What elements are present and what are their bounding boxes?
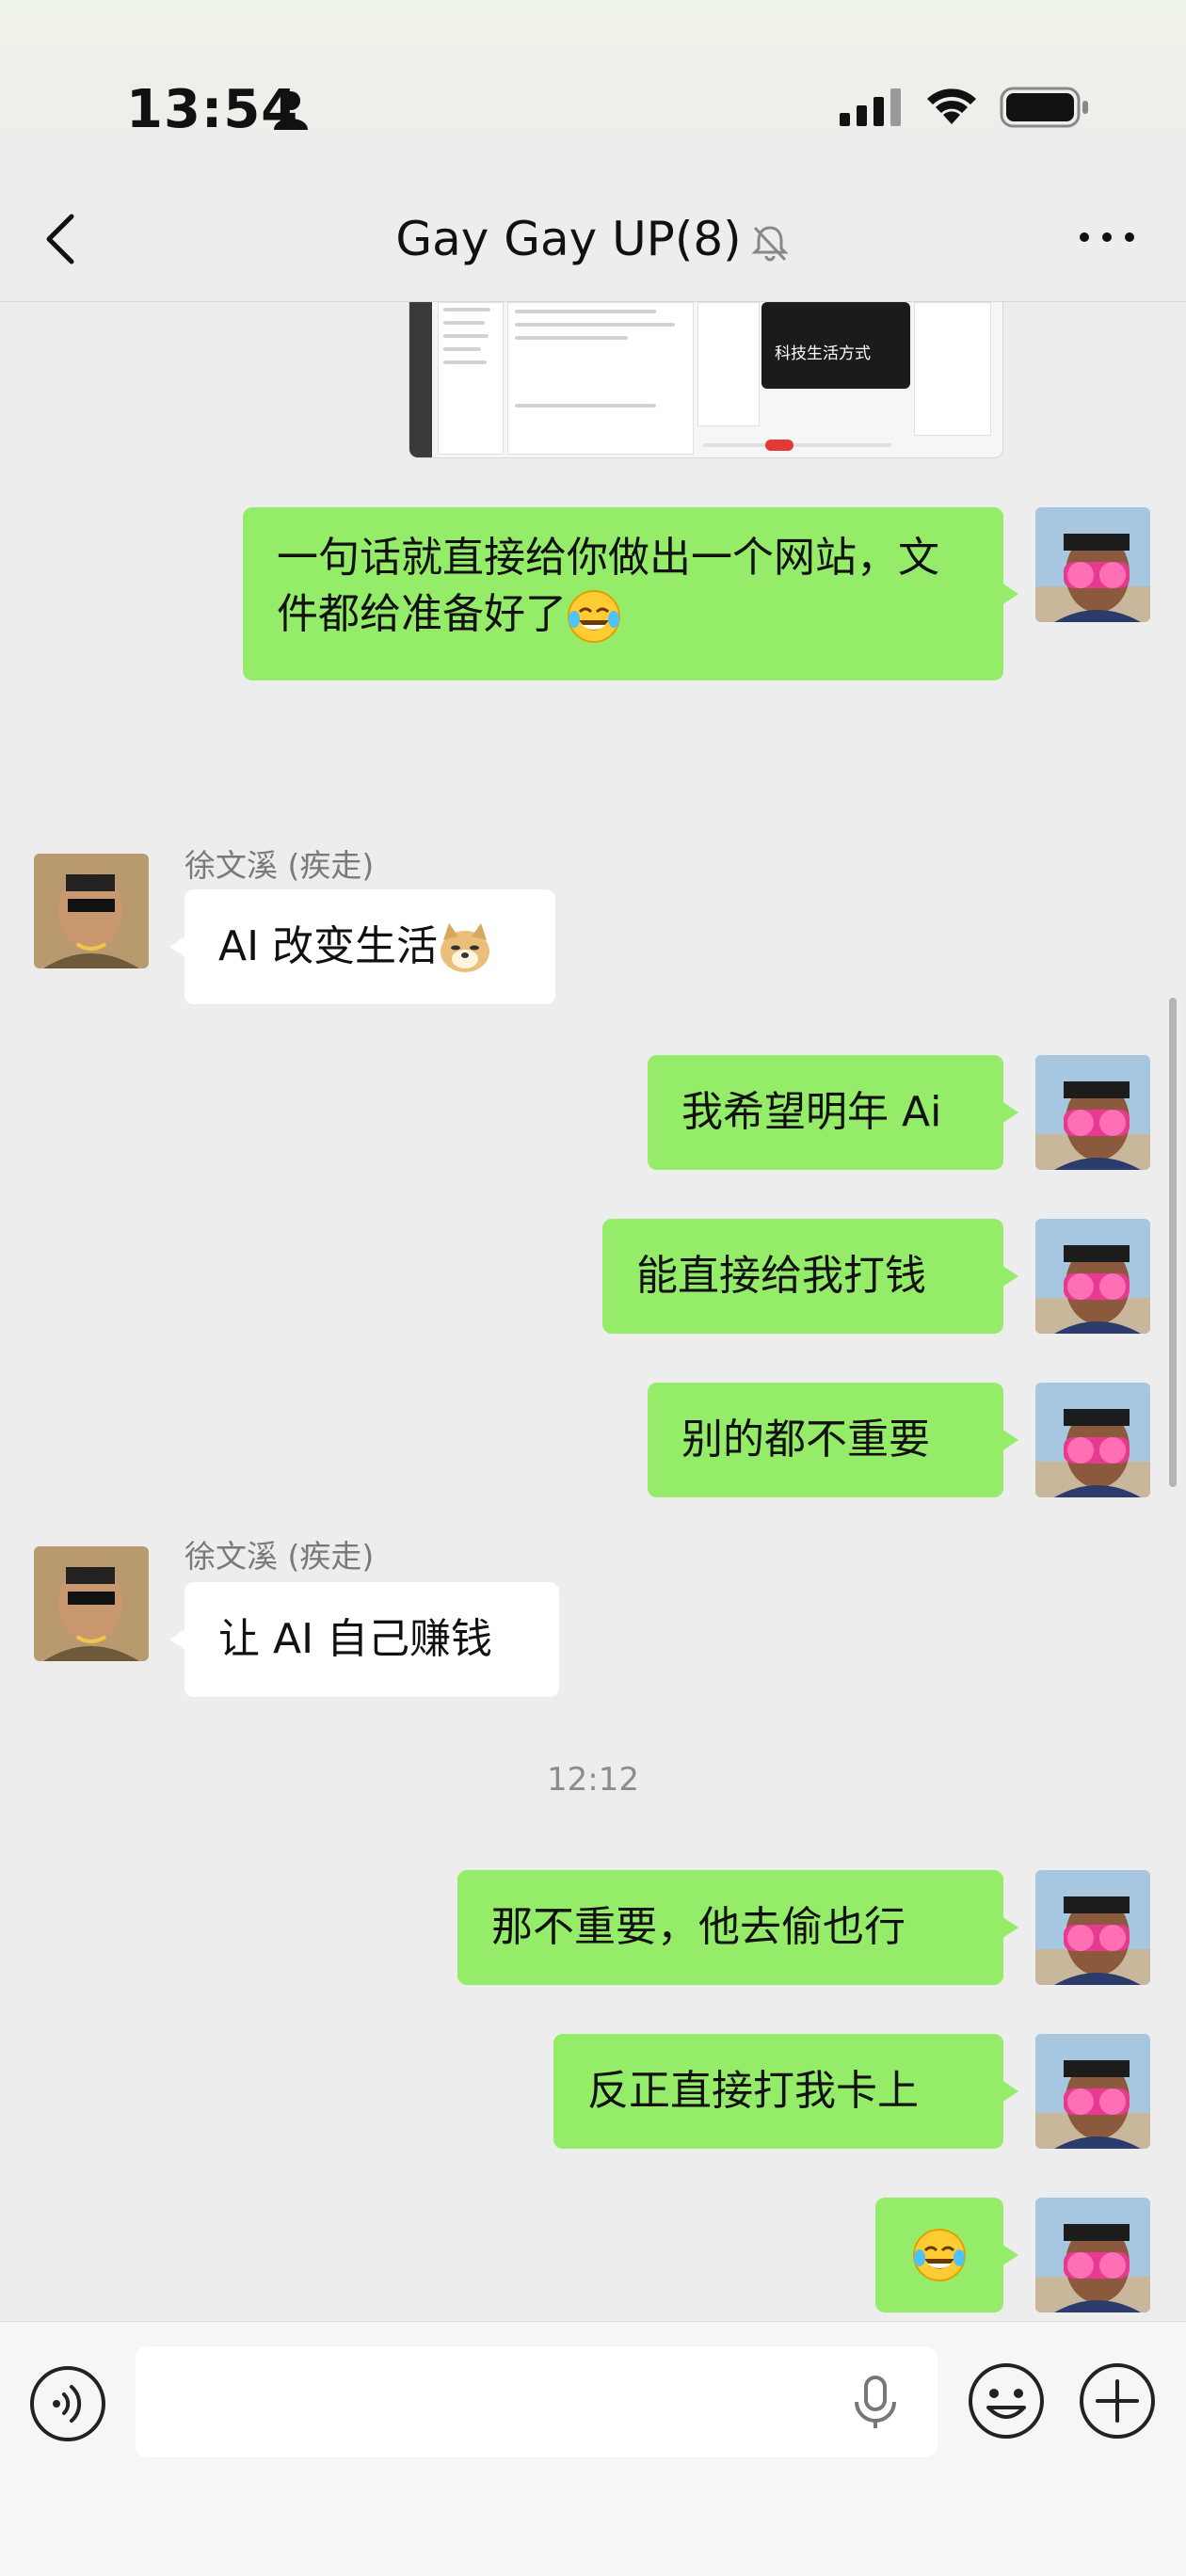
my-avatar[interactable]: [1035, 1383, 1150, 1497]
wifi-icon: [927, 88, 976, 124]
message-bubble[interactable]: [875, 2198, 1018, 2312]
message-bubble[interactable]: 让 AI 自己赚钱: [169, 1582, 559, 1697]
emoji-button[interactable]: [966, 2360, 1047, 2441]
message-bubble[interactable]: 那不重要，他去偷也行: [457, 1870, 1018, 1985]
tears-of-joy-emoji-icon: [568, 590, 620, 643]
message-text: 我希望明年 Ai: [681, 1088, 942, 1136]
message-bubble[interactable]: 别的都不重要: [648, 1383, 1018, 1497]
message-bubble[interactable]: 我希望明年 Ai: [648, 1055, 1018, 1170]
message-text: 那不重要，他去偷也行: [491, 1903, 906, 1951]
signal-icon: [840, 88, 901, 126]
my-avatar[interactable]: [1035, 507, 1150, 622]
more-options-icon[interactable]: [1073, 222, 1141, 252]
person-icon: [274, 91, 308, 130]
timestamp: 12:12: [547, 1761, 639, 1799]
sender-name: 徐文溪 (疾走): [184, 1538, 375, 1575]
message-text: 反正直接打我卡上: [587, 2067, 919, 2115]
message-input[interactable]: [136, 2346, 938, 2457]
my-avatar[interactable]: [1035, 2198, 1150, 2312]
more-actions-plus-button[interactable]: [1077, 2360, 1158, 2441]
my-avatar[interactable]: [1035, 1055, 1150, 1170]
my-avatar[interactable]: [1035, 1870, 1150, 1985]
message-text: AI 改变生活: [218, 919, 492, 976]
message-text: 让 AI 自己赚钱: [218, 1615, 493, 1663]
chat-area[interactable]: 科技生活方式 一句话就直接给你做出一个网站，文件都给准备好了 徐文溪 (疾走) …: [0, 302, 1186, 2321]
message-bubble[interactable]: 反正直接打我卡上: [553, 2034, 1018, 2149]
shared-image-preview[interactable]: 科技生活方式: [409, 302, 1003, 458]
contact-avatar[interactable]: [34, 854, 149, 968]
message-bubble[interactable]: AI 改变生活: [169, 889, 555, 1004]
message-text: 别的都不重要: [681, 1416, 930, 1464]
mute-bell-icon: [751, 225, 789, 261]
my-avatar[interactable]: [1035, 2034, 1150, 2149]
microphone-icon[interactable]: [851, 2376, 900, 2430]
battery-icon: [1000, 87, 1088, 128]
message-bubble[interactable]: 能直接给我打钱: [602, 1219, 1018, 1334]
preview-banner: 科技生活方式: [761, 302, 910, 389]
tears-of-joy-emoji-icon: [913, 2229, 966, 2281]
contact-avatar[interactable]: [34, 1546, 149, 1661]
sender-name: 徐文溪 (疾走): [184, 847, 375, 884]
message-bubble[interactable]: 一句话就直接给你做出一个网站，文件都给准备好了: [243, 507, 1018, 680]
chat-scrollbar[interactable]: [1169, 998, 1177, 1487]
doge-emoji-icon: [441, 922, 490, 972]
my-avatar[interactable]: [1035, 1219, 1150, 1334]
chat-title: Gay Gay UP(8): [0, 209, 1186, 269]
message-text: 能直接给我打钱: [636, 1252, 926, 1300]
chat-title-text: Gay Gay UP(8): [395, 212, 742, 266]
preview-caption: 科技生活方式: [775, 344, 871, 363]
voice-mode-button[interactable]: [28, 2364, 107, 2443]
message-text: 一句话就直接给你做出一个网站，文件都给准备好了: [277, 530, 970, 644]
